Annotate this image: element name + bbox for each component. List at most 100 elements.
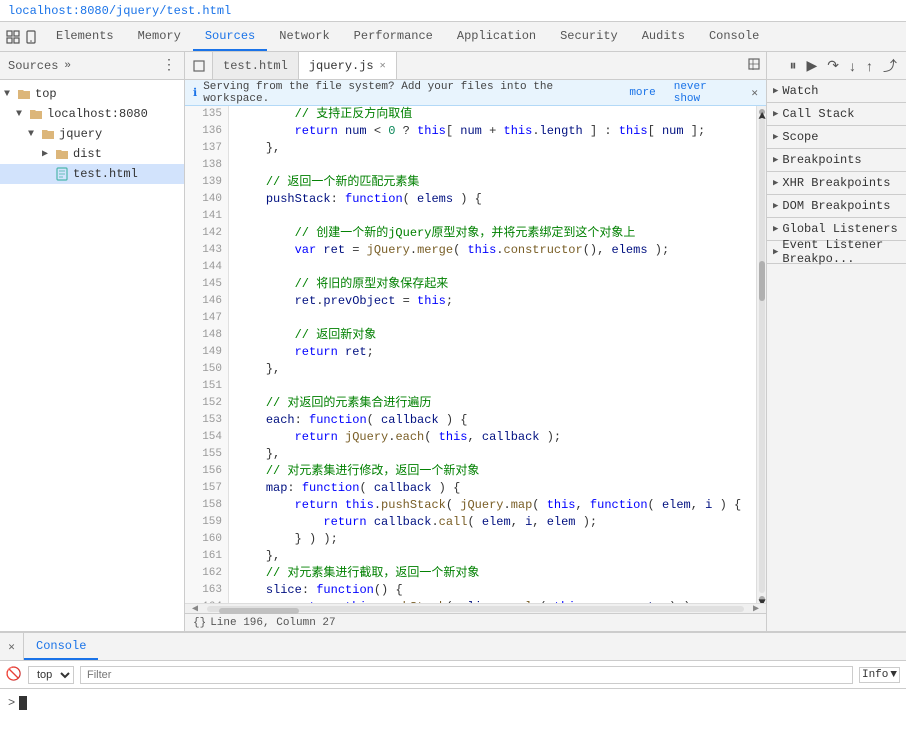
console-toggle-button[interactable]: ✕ xyxy=(0,633,24,660)
editor-tab-close-icon[interactable]: ✕ xyxy=(380,60,386,72)
console-clear-button[interactable]: 🚫 xyxy=(6,667,22,683)
info-close-button[interactable]: ✕ xyxy=(751,86,758,100)
deactivate-button[interactable]: ⤴ xyxy=(880,54,900,78)
console-level-select[interactable]: Info ▼ xyxy=(859,667,900,683)
main-container: Sources » ⋮ ▼ top ▼ localhost:8080 xyxy=(0,52,906,631)
editor-tabs: test.html jquery.js ✕ xyxy=(185,52,766,80)
code-line-149: return ret; xyxy=(237,344,748,361)
scroll-track xyxy=(759,118,765,593)
code-line-141 xyxy=(237,208,748,225)
console-cursor xyxy=(19,696,27,710)
tab-application[interactable]: Application xyxy=(445,22,548,51)
tab-audits-label: Audits xyxy=(642,29,685,43)
dom-breakpoints-label: DOM Breakpoints xyxy=(782,199,890,213)
tree-arrow-jquery: ▼ xyxy=(28,129,40,140)
tab-security[interactable]: Security xyxy=(548,22,630,51)
code-line-159: return callback.call( elem, i, elem ); xyxy=(237,514,748,531)
tab-audits[interactable]: Audits xyxy=(630,22,697,51)
pause-button[interactable]: ⏸ xyxy=(786,55,799,76)
tree-item-dist[interactable]: ▶ dist xyxy=(0,144,184,164)
watch-header[interactable]: ▶ Watch xyxy=(767,80,906,102)
step-into-button[interactable]: ↓ xyxy=(846,56,859,76)
vertical-scrollbar[interactable]: ▲ ▼ xyxy=(756,106,766,603)
url-text: localhost:8080/jquery/test.html xyxy=(8,4,231,18)
tab-network[interactable]: Network xyxy=(267,22,341,51)
code-line-158: return this.pushStack( jQuery.map( this,… xyxy=(237,497,748,514)
scope-section: ▶ Scope xyxy=(767,126,906,149)
tab-elements[interactable]: Elements xyxy=(44,22,126,51)
tab-console[interactable]: Console xyxy=(697,22,771,51)
mobile-icon[interactable] xyxy=(24,30,38,44)
dom-breakpoints-header[interactable]: ▶ DOM Breakpoints xyxy=(767,195,906,217)
dom-arrow-icon: ▶ xyxy=(773,201,778,211)
code-line-139: // 返回一个新的匹配元素集 xyxy=(237,174,748,191)
folder-icon-jquery xyxy=(40,126,56,142)
bottom-console: ✕ Console 🚫 top Info ▼ > xyxy=(0,631,906,751)
editor-maximize-icon[interactable] xyxy=(748,58,760,74)
sources-menu-button[interactable]: ⋮ xyxy=(162,57,176,74)
console-context-select[interactable]: top xyxy=(28,666,74,684)
editor-tab-jquery-js[interactable]: jquery.js ✕ xyxy=(299,52,397,79)
info-message: Serving from the file system? Add your f… xyxy=(203,81,623,105)
resume-button[interactable]: ▶ xyxy=(803,55,820,76)
event-listener-header[interactable]: ▶ Event Listener Breakpo... xyxy=(767,241,906,263)
info-bar: ℹ Serving from the file system? Add your… xyxy=(185,80,766,106)
info-never-show-link[interactable]: never show xyxy=(674,81,740,105)
breakpoints-header[interactable]: ▶ Breakpoints xyxy=(767,149,906,171)
editor-area: test.html jquery.js ✕ ℹ Serving from the… xyxy=(185,52,766,631)
xhr-breakpoints-header[interactable]: ▶ XHR Breakpoints xyxy=(767,172,906,194)
breakpoints-arrow-icon: ▶ xyxy=(773,155,778,165)
scope-label: Scope xyxy=(782,130,818,144)
xhr-breakpoints-label: XHR Breakpoints xyxy=(782,176,890,190)
scroll-arrow-up[interactable]: ▲ xyxy=(759,109,765,115)
global-listeners-header[interactable]: ▶ Global Listeners xyxy=(767,218,906,240)
tab-application-label: Application xyxy=(457,29,536,43)
tree-item-jquery[interactable]: ▼ jquery xyxy=(0,124,184,144)
code-line-155: }, xyxy=(237,446,748,463)
tree-label-jquery: jquery xyxy=(59,127,102,141)
code-line-150: }, xyxy=(237,361,748,378)
code-lines: // 支持正反方向取值 return num < 0 ? this[ num +… xyxy=(229,106,756,603)
step-over-button[interactable]: ↷ xyxy=(824,55,842,76)
editor-tab-test-html[interactable]: test.html xyxy=(213,52,299,79)
h-scroll-thumb[interactable] xyxy=(219,608,299,614)
editor-tab-jquery-js-label: jquery.js xyxy=(309,59,374,73)
address-bar: localhost:8080/jquery/test.html xyxy=(0,0,906,22)
console-input-row[interactable]: > xyxy=(0,689,906,717)
console-filter-input[interactable] xyxy=(80,666,853,684)
tree-item-top[interactable]: ▼ top xyxy=(0,84,184,104)
tab-performance[interactable]: Performance xyxy=(342,22,445,51)
info-more-link[interactable]: more xyxy=(629,87,655,99)
scroll-thumb[interactable] xyxy=(759,261,765,301)
tree-arrow-top: ▼ xyxy=(4,89,16,100)
breakpoints-label: Breakpoints xyxy=(782,153,861,167)
code-line-154: return jQuery.each( this, callback ); xyxy=(237,429,748,446)
level-chevron-icon: ▼ xyxy=(890,669,897,681)
code-line-151 xyxy=(237,378,748,395)
editor-tab-test-html-label: test.html xyxy=(223,59,288,73)
tree-item-test-html[interactable]: ▶ test.html xyxy=(0,164,184,184)
step-out-button[interactable]: ↑ xyxy=(863,56,876,76)
editor-tab-right-controls xyxy=(742,52,766,79)
folder-icon-top xyxy=(16,86,32,102)
call-stack-header[interactable]: ▶ Call Stack xyxy=(767,103,906,125)
code-line-164: return this.pushStack( slice.apply( this… xyxy=(237,599,748,603)
scope-header[interactable]: ▶ Scope xyxy=(767,126,906,148)
editor-expand-icon[interactable] xyxy=(185,52,213,79)
code-container[interactable]: 135 136 137 138 139 140 141 142 143 144 … xyxy=(185,106,766,603)
tab-sources[interactable]: Sources xyxy=(193,22,267,51)
console-tab[interactable]: Console xyxy=(24,633,98,660)
right-panel: ⏸ ▶ ↷ ↓ ↑ ⤴ ▶ Watch ▶ Call Stack ▶ Scope xyxy=(766,52,906,631)
sources-more-button[interactable]: » xyxy=(64,60,71,72)
sources-tree: ▼ top ▼ localhost:8080 ▼ jquery xyxy=(0,80,184,631)
horizontal-scrollbar[interactable]: ◀ ▶ xyxy=(185,603,766,613)
status-position: Line 196, Column 27 xyxy=(210,617,335,629)
tab-memory[interactable]: Memory xyxy=(126,22,193,51)
code-line-143: var ret = jQuery.merge( this.constructor… xyxy=(237,242,748,259)
scroll-arrow-down[interactable]: ▼ xyxy=(759,596,765,602)
dom-breakpoints-section: ▶ DOM Breakpoints xyxy=(767,195,906,218)
tree-item-localhost[interactable]: ▼ localhost:8080 xyxy=(0,104,184,124)
code-line-160: } ) ); xyxy=(237,531,748,548)
status-bar: {} Line 196, Column 27 xyxy=(185,613,766,631)
inspect-icon[interactable] xyxy=(6,30,20,44)
